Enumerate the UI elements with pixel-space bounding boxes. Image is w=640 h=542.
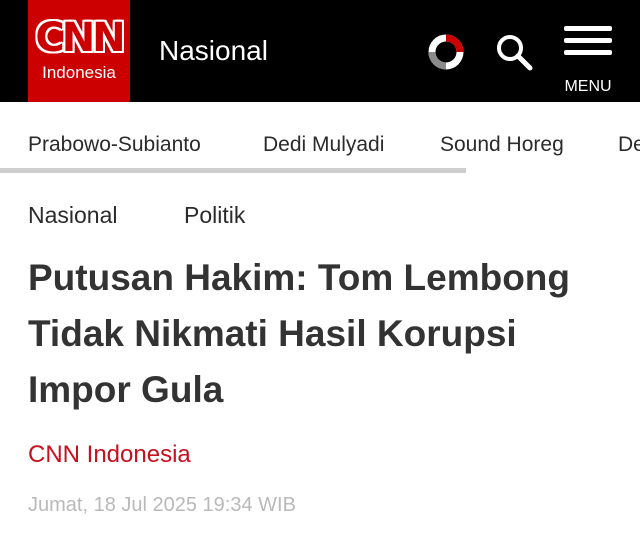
article-headline: Putusan Hakim: Tom Lembong Tidak Nikmati…	[28, 257, 571, 410]
logo-wordmark: CNN	[35, 15, 125, 61]
breadcrumb-item[interactable]: Politik	[184, 200, 245, 230]
menu-button[interactable]: MENU	[560, 26, 616, 96]
topics-scrollbar[interactable]	[0, 168, 466, 173]
logo-subtitle: Indonesia	[42, 63, 116, 82]
section-title[interactable]: Nasional	[159, 34, 268, 68]
topic-link[interactable]: Dedi Mulyadi	[618, 132, 640, 158]
top-nav-bar: CNN Indonesia Nasional MENU	[0, 0, 640, 102]
live-circle-icon[interactable]	[428, 34, 464, 70]
topic-link[interactable]: Prabowo-Subianto	[28, 132, 201, 158]
article-author[interactable]: CNN Indonesia	[28, 439, 191, 471]
article-date: Jumat, 18 Jul 2025 19:34 WIB	[28, 494, 296, 516]
topic-link[interactable]: Sound Horeg	[440, 132, 564, 158]
trending-topics-bar: Prabowo-Subianto Dedi Mulyadi Sound Hore…	[0, 102, 640, 174]
breadcrumb: Nasional Politik	[0, 200, 640, 230]
breadcrumb-item[interactable]: Nasional	[28, 200, 118, 230]
cnn-indonesia-logo[interactable]: CNN Indonesia	[28, 0, 130, 102]
hamburger-icon	[564, 26, 612, 55]
menu-label: MENU	[564, 78, 612, 95]
search-icon[interactable]	[494, 32, 534, 72]
topic-link[interactable]: Dedi Mulyadi	[263, 132, 384, 158]
